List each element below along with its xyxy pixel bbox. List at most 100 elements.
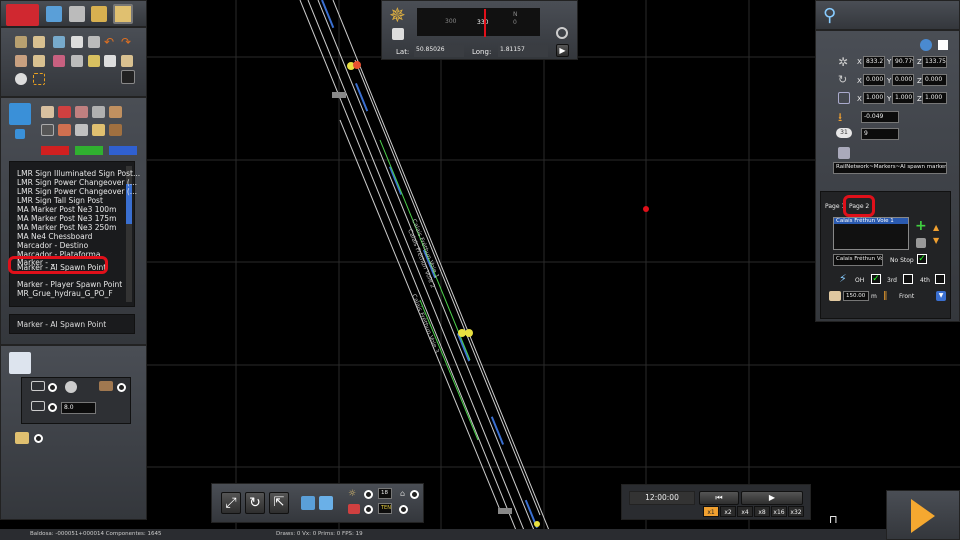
select-icon[interactable] [15,36,27,48]
oh-checkbox[interactable]: ✓ [871,274,881,284]
redo-icon[interactable]: ↷ [121,36,133,48]
add-icon[interactable]: + [915,219,927,233]
grab-icon[interactable] [33,36,45,48]
spawn-point-marker[interactable] [465,329,473,337]
weather-icon[interactable]: ☼ [348,489,360,499]
option-radio[interactable] [48,403,57,412]
category-icon[interactable] [41,124,54,136]
category-icon[interactable] [41,106,54,118]
home-icon[interactable] [46,6,62,22]
undo-icon[interactable]: ↶ [104,36,116,48]
season-radio[interactable] [364,505,373,514]
tool-icon[interactable] [121,55,133,67]
tool-icon[interactable] [15,55,27,67]
tool-icon[interactable] [33,55,45,67]
tool-icon[interactable] [71,55,83,67]
small-cube-icon[interactable] [15,129,25,139]
list-item[interactable]: Marcador - Destino [17,241,88,250]
cube-icon[interactable] [9,103,31,125]
lock-icon[interactable]: ⌂ [400,489,408,499]
go-button[interactable]: ▶ [556,44,569,57]
filter-red-button[interactable] [41,146,69,155]
filter-green-button[interactable] [75,146,103,155]
settings-icon[interactable] [556,27,568,39]
tool-icon[interactable] [53,55,65,67]
snow-input[interactable]: TEN [378,503,392,514]
direction-dropdown-icon[interactable]: ▼ [936,291,946,301]
season-icon[interactable] [348,504,360,514]
height-input[interactable]: -0.049 [861,111,899,123]
document-icon[interactable] [9,352,31,374]
rotation-x-input[interactable]: 0.000 [863,74,885,86]
trash-icon[interactable] [916,238,926,248]
lock-radio[interactable] [410,490,419,499]
signal-marker[interactable] [353,61,361,69]
speed-x2-button[interactable]: x2 [720,506,736,517]
speed-x32-button[interactable]: x32 [788,506,804,517]
play-drive-icon[interactable] [911,499,935,533]
list-item[interactable]: MA Marker Post Ne3 100m [17,205,116,214]
count-input[interactable]: 9 [861,128,899,140]
globe-icon[interactable] [920,39,932,51]
train-icon[interactable] [113,4,133,24]
home-view-icon[interactable] [319,496,333,510]
scale-y-input[interactable]: 1.000 [892,92,914,104]
move-down-icon[interactable]: ▼ [933,237,945,245]
list-item[interactable]: MA Marker Post Ne3 250m [17,223,116,232]
no-stop-checkbox[interactable]: ✓ [917,254,927,264]
option-radio[interactable] [34,434,43,443]
snow-radio[interactable] [399,505,408,514]
position-z-input[interactable]: 133.751 [922,56,947,68]
map-icon[interactable] [392,28,404,40]
list-item[interactable]: LMR Sign Illuminated Sign Post... [17,169,140,178]
property-checkbox[interactable] [938,40,948,50]
option-radio[interactable] [48,383,57,392]
scale-z-input[interactable]: 1.000 [922,92,947,104]
category-icon[interactable] [109,124,122,136]
filter-blue-button[interactable] [109,146,137,155]
list-item[interactable]: MA Marker Post Ne3 175m [17,214,116,223]
category-icon[interactable] [75,106,88,118]
category-icon[interactable] [92,106,105,118]
speed-x1-button[interactable]: x1 [703,506,719,517]
list-item[interactable]: MA Ne4 Chessboard [17,232,92,241]
rewind-button[interactable]: ⏮ [699,491,739,505]
category-icon[interactable] [58,106,71,118]
category-icon[interactable] [92,124,105,136]
paint-icon[interactable] [91,6,107,22]
position-y-input[interactable]: 90.779 [892,56,914,68]
copy-icon[interactable] [88,36,100,48]
toolbox-icon[interactable] [6,4,39,26]
station-list[interactable]: Calais Fréthun Voie 1 [833,217,909,250]
camera-icon[interactable] [121,70,135,84]
monitor-icon[interactable] [53,36,65,48]
unlock-icon[interactable]: ⊓ [829,513,843,527]
list-item[interactable]: Marker - Player Spawn Point [17,280,122,289]
position-x-input[interactable]: 833.276 [863,56,885,68]
spawn-point-marker[interactable] [534,521,540,527]
list-item[interactable]: LMR Sign Power Changeover (... [17,178,137,187]
list-item[interactable]: LMR Sign Tall Sign Post [17,196,103,205]
direction-icon[interactable]: ‖ [883,291,891,301]
rotation-z-input[interactable]: 0.000 [922,74,947,86]
speed-x8-button[interactable]: x8 [754,506,770,517]
scale-x-input[interactable]: 1.000 [863,92,885,104]
option-radio[interactable] [117,383,126,392]
track-tools-icon[interactable] [69,6,85,22]
spacing-input[interactable]: 8.0 [61,402,96,414]
rotation-y-input[interactable]: 0.000 [892,74,914,86]
magnifier-icon[interactable]: ⚲ [823,5,845,27]
long-field[interactable]: 1.81157 [498,45,548,57]
spawn-point-marker[interactable] [458,329,466,337]
list-item[interactable]: LMR Sign Power Changeover (... [17,187,137,196]
fourth-rail-checkbox[interactable] [935,274,945,284]
pie-icon[interactable] [15,73,27,85]
length-input[interactable]: 150.00 [843,291,869,301]
speed-x4-button[interactable]: x4 [737,506,753,517]
category-icon[interactable] [58,124,71,136]
marquee-icon[interactable] [33,73,45,85]
third-rail-checkbox[interactable] [903,274,913,284]
rotate-icon[interactable]: ↻ [245,492,265,514]
speed-x16-button[interactable]: x16 [771,506,787,517]
expand-icon[interactable]: ⤢ [221,492,241,514]
